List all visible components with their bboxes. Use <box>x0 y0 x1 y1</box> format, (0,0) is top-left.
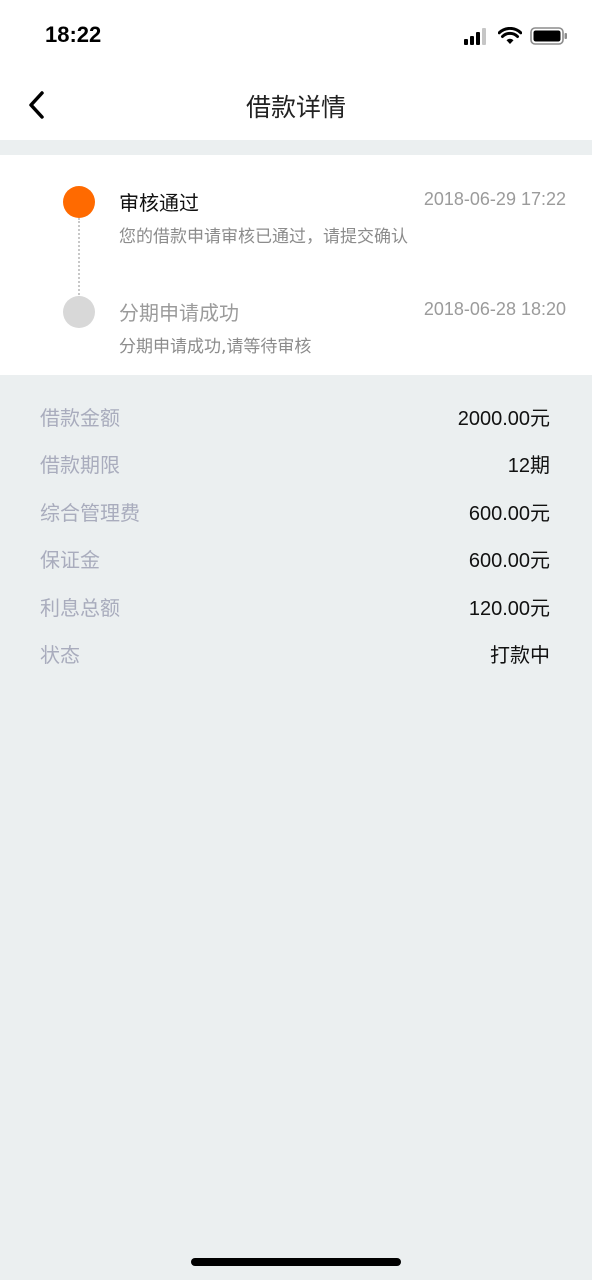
status-dot-active <box>63 186 95 218</box>
timeline-title: 审核通过 <box>119 191 199 215</box>
page-title: 借款详情 <box>245 93 346 122</box>
status-time: 18:22 <box>45 22 102 47</box>
detail-value: 2000.00元 <box>457 408 550 430</box>
detail-value: 打款中 <box>490 644 550 667</box>
signal-icon <box>464 28 486 45</box>
detail-label: 状态 <box>40 642 80 667</box>
status-dot-inactive <box>63 296 95 328</box>
timeline-title: 分期申请成功 <box>119 301 239 325</box>
detail-label: 保证金 <box>40 548 100 573</box>
timeline-connector <box>78 218 80 298</box>
home-indicator[interactable] <box>191 1258 401 1266</box>
detail-row-deposit: 保证金 600.00元 <box>0 532 592 579</box>
timeline-desc: 您的借款申请审核已通过，请提交确认 <box>119 227 408 247</box>
detail-row-amount: 借款金额 2000.00元 <box>0 390 592 437</box>
detail-row-management-fee: 综合管理费 600.00元 <box>0 485 592 532</box>
detail-value: 600.00元 <box>468 550 550 573</box>
timeline-time: 2018-06-28 18:20 <box>423 299 566 319</box>
detail-value: 120.00元 <box>468 597 550 620</box>
detail-value: 12期 <box>507 455 550 478</box>
detail-row-interest: 利息总额 120.00元 <box>0 580 592 627</box>
loan-detail-list: 借款金额 2000.00元 借款期限 12期 综合管理费 600.00元 保证金… <box>0 390 592 674</box>
detail-row-term: 借款期限 12期 <box>0 437 592 484</box>
status-bar: 18:22 <box>0 0 592 70</box>
timeline-desc: 分期申请成功,请等待审核 <box>119 337 312 357</box>
detail-value: 600.00元 <box>468 502 550 525</box>
detail-label: 借款金额 <box>40 406 120 430</box>
timeline-time: 2018-06-29 17:22 <box>423 189 566 209</box>
detail-row-status: 状态 打款中 <box>0 627 592 674</box>
detail-label: 利息总额 <box>40 595 120 620</box>
wifi-icon <box>498 27 522 44</box>
status-icons <box>464 24 568 48</box>
detail-label: 综合管理费 <box>40 500 140 525</box>
detail-label: 借款期限 <box>40 453 120 478</box>
timeline-card: 审核通过 2018-06-29 17:22 您的借款申请审核已通过，请提交确认 … <box>0 155 592 375</box>
nav-bar: 借款详情 <box>0 70 592 140</box>
battery-icon <box>530 27 567 45</box>
